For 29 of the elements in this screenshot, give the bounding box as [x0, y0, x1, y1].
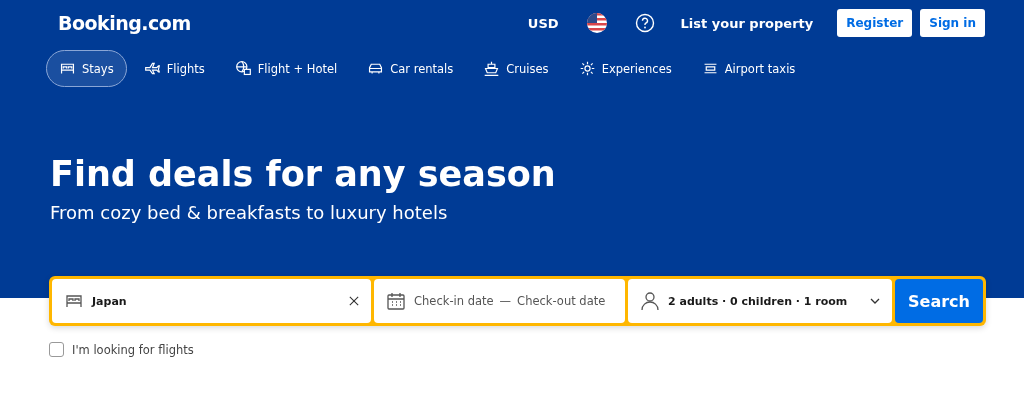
nav-tab[interactable]: Car rentals [354, 50, 467, 87]
checkbox-label: I'm looking for flights [72, 342, 194, 357]
help-icon[interactable] [634, 13, 655, 33]
nav-tab[interactable]: Flights [130, 50, 218, 87]
calendar-icon [386, 291, 406, 311]
nav-tab[interactable]: Experiences [565, 50, 685, 87]
header-button[interactable]: Register [837, 9, 913, 37]
destination-field[interactable]: Japan [52, 279, 371, 323]
logo[interactable]: Booking.com [58, 12, 191, 34]
header-button[interactable]: Sign in [920, 9, 985, 37]
list-property-link[interactable]: List your property [680, 15, 814, 31]
chevron-icon [870, 298, 880, 304]
currency-button[interactable]: USD [527, 15, 559, 31]
occupancy-field[interactable]: 2 adults · 0 children · 1 room [628, 279, 892, 323]
plane-icon [143, 60, 161, 77]
ship-icon [483, 60, 501, 77]
nav-tab[interactable]: Stays [46, 50, 127, 87]
checkbox[interactable] [49, 342, 64, 357]
nav-tab[interactable]: Airport taxis [688, 50, 809, 87]
person-icon [640, 291, 660, 311]
flag-icon[interactable] [586, 13, 607, 33]
hero-subtitle: From cozy bed & breakfasts to luxury hotels [50, 202, 449, 223]
nav-tab[interactable]: Cruises [470, 50, 562, 87]
clear-icon[interactable] [349, 296, 359, 306]
hero-title: Find deals for any season [50, 154, 557, 194]
nav-tab[interactable]: Flight + Hotel [221, 50, 351, 87]
search-button[interactable]: Search [895, 279, 983, 323]
globe-icon [234, 60, 252, 77]
date-field[interactable]: Check-in date — Check-out date [374, 279, 625, 323]
